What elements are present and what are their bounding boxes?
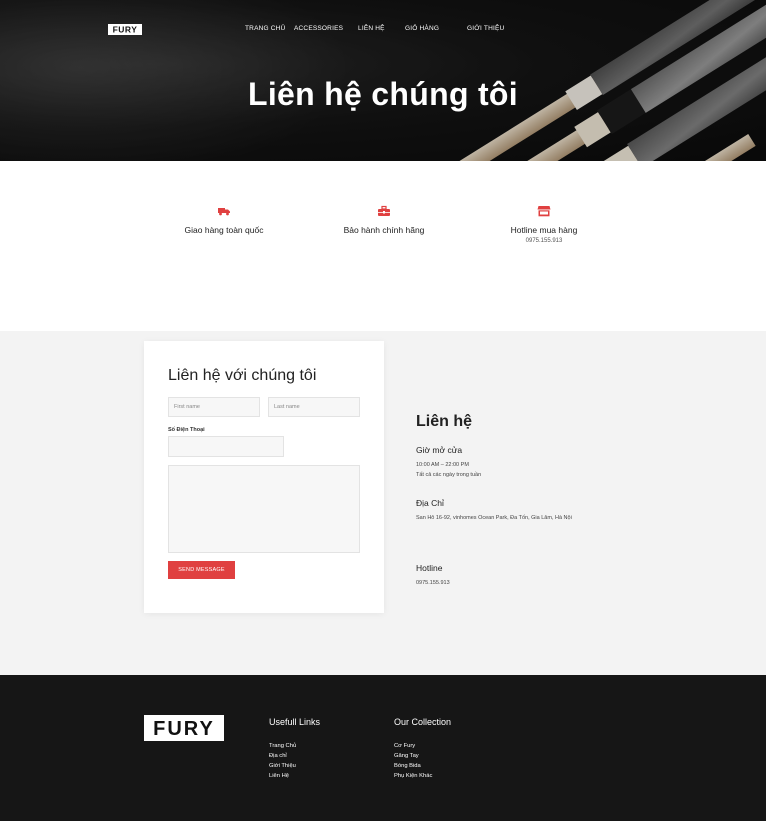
nav-accessories[interactable]: ACCESSORIES: [294, 25, 343, 32]
feature-hotline-number: 0975.155.913: [525, 238, 563, 244]
fury-logo-text: FURY: [113, 25, 138, 35]
features-strip: Giao hàng toàn quốc Bảo hành chính hãng …: [0, 161, 766, 331]
footer-link-phu-kien[interactable]: Phụ Kiện Khác: [394, 771, 451, 781]
hotline-text: 0975.155.913: [416, 580, 450, 586]
address-heading: Địa Chỉ: [416, 498, 444, 508]
hero-banner: FURY TRANG CHỦ ACCESSORIES LIÊN HỆ GIỎ H…: [0, 0, 766, 161]
nav-gio-hang[interactable]: GIỎ HÀNG: [405, 25, 439, 32]
site-footer: FURY Usefull Links Trang Chủ Địa chỉ Giớ…: [0, 675, 766, 821]
feature-hotline-title: Hotline mua hàng: [510, 225, 578, 235]
feature-warranty: Bảo hành chính hãng: [304, 205, 464, 235]
feature-shipping: Giao hàng toàn quốc: [144, 205, 304, 235]
footer-link-gioi-thieu[interactable]: Giới Thiệu: [269, 761, 320, 771]
useful-links-column: Usefull Links Trang Chủ Địa chỉ Giới Thi…: [269, 717, 320, 781]
footer-link-lien-he[interactable]: Liên Hệ: [269, 771, 320, 781]
hours-heading: Giờ mở cửa: [416, 445, 463, 455]
truck-icon: [218, 208, 230, 216]
phone-label: Số Điện Thoại: [168, 427, 205, 433]
footer-logo-text: FURY: [153, 718, 215, 740]
first-name-input[interactable]: First name: [168, 397, 260, 417]
contact-form-card: Liên hệ với chúng tôi First name Last na…: [144, 341, 384, 613]
footer-link-bong-bida[interactable]: Bóng Bida: [394, 761, 451, 771]
useful-links-title: Usefull Links: [269, 717, 321, 727]
collection-title: Our Collection: [394, 717, 452, 727]
hotline-heading: Hotline: [416, 563, 443, 573]
contact-info-title: Liên hệ: [416, 413, 473, 430]
message-textarea[interactable]: [168, 465, 360, 553]
phone-input[interactable]: [168, 436, 284, 457]
fury-footer-logo: FURY: [153, 718, 215, 740]
page-title: Liên hệ chúng tôi: [248, 76, 518, 112]
footer-link-dia-chi[interactable]: Địa chỉ: [269, 751, 320, 761]
feature-warranty-title: Bảo hành chính hãng: [343, 225, 425, 235]
nav-gioi-thieu[interactable]: GIỚI THIỆU: [467, 25, 504, 32]
feature-hotline: Hotline mua hàng 0975.155.913: [464, 205, 624, 244]
nav-lien-he[interactable]: LIÊN HỆ: [358, 25, 385, 32]
nav-trang-chu[interactable]: TRANG CHỦ: [245, 25, 285, 32]
send-message-button[interactable]: SEND MESSAGE: [168, 561, 235, 579]
address-text: San Hô 16-92, vinhomes Ocean Park, Đa Tố…: [416, 515, 572, 521]
footer-link-trang-chu[interactable]: Trang Chủ: [269, 741, 320, 751]
footer-link-gang-tay[interactable]: Găng Tay: [394, 751, 451, 761]
footer-logo[interactable]: FURY: [144, 715, 224, 741]
footer-link-co-fury[interactable]: Cơ Fury: [394, 741, 451, 751]
useful-links-list: Trang Chủ Địa chỉ Giới Thiệu Liên Hệ: [269, 741, 320, 781]
collection-column: Our Collection Cơ Fury Găng Tay Bóng Bid…: [394, 717, 451, 781]
hours-days: Tất cả các ngày trong tuần: [416, 472, 482, 478]
hours-time: 10:00 AM – 22:00 PM: [416, 462, 469, 468]
contact-section: Liên hệ với chúng tôi First name Last na…: [0, 331, 766, 675]
fury-logo[interactable]: FURY: [108, 24, 142, 35]
toolbox-icon: [378, 205, 390, 216]
feature-shipping-title: Giao hàng toàn quốc: [184, 225, 264, 235]
contact-form-title: Liên hệ với chúng tôi: [168, 367, 317, 384]
last-name-input[interactable]: Last name: [268, 397, 360, 417]
collection-list: Cơ Fury Găng Tay Bóng Bida Phụ Kiện Khác: [394, 741, 451, 781]
store-icon: [537, 206, 551, 217]
